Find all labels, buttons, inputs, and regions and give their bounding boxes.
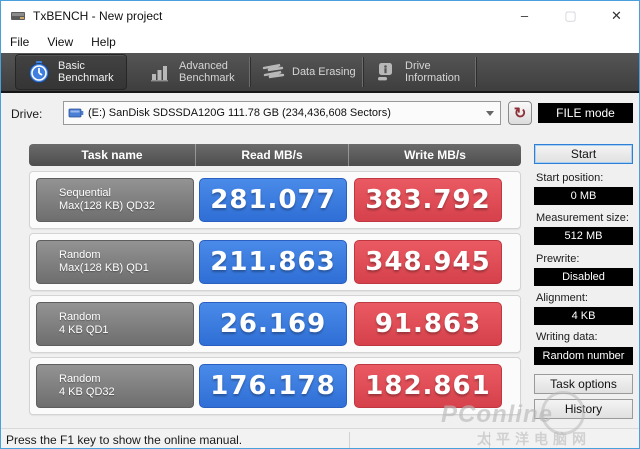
file-mode-button[interactable]: FILE mode <box>538 103 633 123</box>
write-value: 91.863 <box>354 302 502 346</box>
menu-view[interactable]: View <box>38 32 82 52</box>
read-value: 281.077 <box>199 178 347 222</box>
results-table-header: Task name Read MB/s Write MB/s <box>29 144 521 166</box>
tab-advanced-benchmark[interactable]: Advanced Benchmark <box>137 54 249 90</box>
table-row: Random 4 KB QD32 176.178 182.861 <box>29 357 521 415</box>
drive-icon <box>68 108 84 118</box>
prewrite-value[interactable]: Disabled <box>534 268 633 286</box>
stopwatch-icon <box>29 61 49 83</box>
data-erasing-icon <box>262 63 285 79</box>
tab-driveinfo-line2: Information <box>405 72 461 84</box>
tab-drive-information[interactable]: Drive Information <box>363 54 475 90</box>
writing-data-value[interactable]: Random number <box>534 347 633 365</box>
table-row: Random 4 KB QD1 26.169 91.863 <box>29 295 521 353</box>
app-icon <box>11 12 25 20</box>
header-read-mbs: Read MB/s <box>196 144 349 166</box>
menu-file[interactable]: File <box>1 32 38 52</box>
bar-chart-icon <box>151 66 168 82</box>
drive-label: Drive: <box>11 107 43 121</box>
maximize-button[interactable]: ▢ <box>548 1 593 30</box>
task-name-cell: Sequential Max(128 KB) QD32 <box>36 178 194 222</box>
alignment-label: Alignment: <box>536 292 588 304</box>
tab-advanced-line2: Benchmark <box>179 72 235 84</box>
status-separator <box>349 432 350 448</box>
start-button[interactable]: Start <box>534 144 633 164</box>
chevron-down-icon <box>486 110 494 116</box>
write-value: 383.792 <box>354 178 502 222</box>
task-line2: 4 KB QD1 <box>59 324 109 336</box>
drive-info-icon <box>378 63 392 81</box>
header-task-name: Task name <box>29 144 196 166</box>
tab-data-erasing-label: Data Erasing <box>292 66 356 78</box>
status-message: Press the F1 key to show the online manu… <box>6 433 243 447</box>
tab-advanced-line1: Advanced <box>179 60 228 72</box>
start-position-label: Start position: <box>536 172 604 184</box>
menubar: File View Help <box>1 31 639 53</box>
menu-help[interactable]: Help <box>82 32 125 52</box>
tab-advanced-benchmark-label: Advanced Benchmark <box>179 60 235 84</box>
write-value: 348.945 <box>354 240 502 284</box>
read-value: 211.863 <box>199 240 347 284</box>
tab-data-erasing[interactable]: Data Erasing <box>250 54 362 90</box>
tab-basic-benchmark-label: Basic Benchmark <box>58 60 114 84</box>
prewrite-label: Prewrite: <box>536 253 580 265</box>
measurement-size-value[interactable]: 512 MB <box>534 227 633 245</box>
read-value: 176.178 <box>199 364 347 408</box>
start-position-value[interactable]: 0 MB <box>534 187 633 205</box>
alignment-value[interactable]: 4 KB <box>534 307 633 325</box>
tab-driveinfo-line1: Drive <box>405 60 431 72</box>
task-name-cell: Random 4 KB QD1 <box>36 302 194 346</box>
task-name-cell: Random 4 KB QD32 <box>36 364 194 408</box>
measurement-size-label: Measurement size: <box>536 212 629 224</box>
table-row: Random Max(128 KB) QD1 211.863 348.945 <box>29 233 521 291</box>
tab-basic-line2: Benchmark <box>58 72 114 84</box>
task-name-cell: Random Max(128 KB) QD1 <box>36 240 194 284</box>
task-line2: Max(128 KB) QD32 <box>59 200 155 212</box>
tab-bar: Basic Benchmark Advanced Benchmark Data … <box>1 53 639 93</box>
writing-data-label: Writing data: <box>536 331 598 343</box>
tab-basic-benchmark[interactable]: Basic Benchmark <box>15 54 127 90</box>
status-bar: Press the F1 key to show the online manu… <box>1 428 639 448</box>
txbench-window: TxBENCH - New project – ▢ ✕ File View He… <box>0 0 640 449</box>
drive-selected-value: (E:) SanDisk SDSSDA120G 111.78 GB (234,4… <box>88 107 391 119</box>
task-line2: Max(128 KB) QD1 <box>59 262 149 274</box>
task-line1: Sequential <box>59 187 111 199</box>
status-separator <box>489 432 490 448</box>
drive-select[interactable]: (E:) SanDisk SDSSDA120G 111.78 GB (234,4… <box>63 101 501 125</box>
task-line2: 4 KB QD32 <box>59 386 115 398</box>
read-value: 26.169 <box>199 302 347 346</box>
window-title: TxBENCH - New project <box>33 9 163 23</box>
titlebar: TxBENCH - New project – ▢ ✕ <box>1 1 639 31</box>
task-options-button[interactable]: Task options <box>534 374 633 394</box>
header-write-mbs: Write MB/s <box>404 148 466 162</box>
table-row: Sequential Max(128 KB) QD32 281.077 383.… <box>29 171 521 229</box>
minimize-button[interactable]: – <box>502 1 547 30</box>
task-line1: Random <box>59 373 101 385</box>
tab-drive-information-label: Drive Information <box>405 60 460 84</box>
write-value: 182.861 <box>354 364 502 408</box>
history-button[interactable]: History <box>534 399 633 419</box>
tab-erasing-line1: Data Erasing <box>292 66 356 78</box>
refresh-drives-button[interactable]: ↻ <box>508 101 532 125</box>
task-line1: Random <box>59 311 101 323</box>
tab-basic-line1: Basic <box>58 60 85 72</box>
task-line1: Random <box>59 249 101 261</box>
tab-separator <box>475 57 476 87</box>
close-button[interactable]: ✕ <box>594 1 639 30</box>
